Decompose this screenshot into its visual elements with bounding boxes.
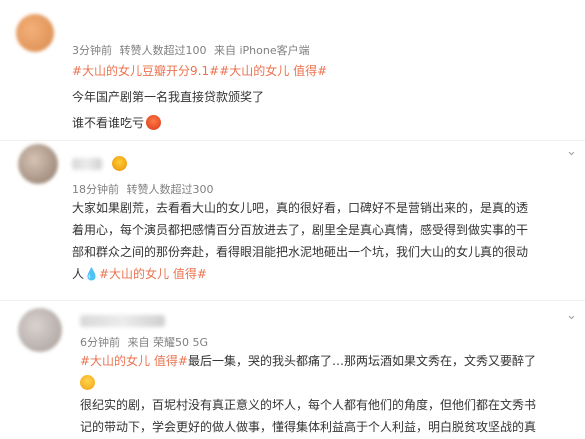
avatar[interactable] [16, 14, 54, 52]
repost-count: 转赞人数超过300 [126, 183, 214, 196]
post-text: #大山的女儿 值得#最后一集，哭的我头都痛了…那两坛酒如果文秀在，文秀又要醉了 [80, 354, 536, 368]
avatar[interactable] [18, 144, 58, 184]
timestamp: 3分钟前 [72, 44, 112, 57]
hashtag-link[interactable]: #大山的女儿豆瓣开分9.1##大山的女儿 值得# [72, 60, 327, 82]
timestamp: 18分钟前 [72, 183, 119, 196]
username[interactable] [80, 315, 165, 327]
angry-face-icon [146, 115, 162, 130]
post-2: ⌄ 18分钟前 转赞人数超过300 大家如果剧荒，去看看大山的女儿吧，真的很好看… [0, 140, 585, 300]
post-meta: 18分钟前 转赞人数超过300 [72, 181, 214, 197]
post-content: 大家如果剧荒，去看看大山的女儿吧，真的很好看，口碑好不是营销出来的，是真的透 着… [72, 197, 582, 285]
post-content: #大山的女儿 值得#最后一集，哭的我头都痛了…那两坛酒如果文秀在，文秀又要醉了 … [80, 350, 580, 438]
post-meta: 6分钟前 来自 荣耀50 5G [80, 334, 208, 350]
chevron-down-icon[interactable]: ⌄ [566, 308, 577, 323]
client-source: 来自 荣耀50 5G [127, 336, 209, 349]
post-meta: 3分钟前 转赞人数超过100 来自 iPhone客户端 [72, 42, 310, 58]
emoji-line [80, 372, 580, 394]
post-text: 人💧#大山的女儿 值得# [72, 267, 207, 281]
post-1: 3分钟前 转赞人数超过100 来自 iPhone客户端 #大山的女儿豆瓣开分9.… [0, 0, 585, 140]
post-text: 着用心，每个演员都把感情百分百放进去了，剧里全是真心真情，感受得到做实事的干 [72, 223, 529, 237]
username[interactable] [72, 158, 102, 170]
post-text: 记的带动下，学会更好的做人做事，懂得集体利益高于个人利益，明白脱贫攻坚战的真 [80, 420, 537, 434]
emoji-icon [112, 156, 127, 171]
droplet-icon: 💧 [84, 267, 99, 281]
post-text: 很纪实的剧，百坭村没有真正意义的坏人，每个人都有他们的角度，但他们都在文秀书 [80, 398, 537, 412]
avatar[interactable] [18, 308, 62, 352]
chevron-down-icon[interactable]: ⌄ [566, 144, 577, 159]
timestamp: 6分钟前 [80, 336, 120, 349]
post-text: 今年国产剧第一名我直接贷款颁奖了 [72, 90, 265, 104]
post-text: 谁不看谁吃亏 [72, 112, 327, 134]
post-content: #大山的女儿豆瓣开分9.1##大山的女儿 值得# 今年国产剧第一名我直接贷款颁奖… [72, 60, 327, 134]
repost-count: 转赞人数超过100 [119, 44, 207, 57]
post-text: 部和群众之间的那份奔赴，看得眼泪能把水泥地砸出一个坑，我们大山的女儿真的很动 [72, 245, 529, 259]
client-source: 来自 iPhone客户端 [214, 44, 310, 57]
post-3: ⌄ 6分钟前 来自 荣耀50 5G #大山的女儿 值得#最后一集，哭的我头都痛了… [0, 300, 585, 439]
post-text: 大家如果剧荒，去看看大山的女儿吧，真的很好看，口碑好不是营销出来的，是真的透 [72, 201, 529, 215]
hashtag-link[interactable]: #大山的女儿 值得# [80, 354, 188, 368]
hashtag-link[interactable]: #大山的女儿 值得# [99, 267, 207, 281]
crying-face-icon [80, 375, 95, 390]
